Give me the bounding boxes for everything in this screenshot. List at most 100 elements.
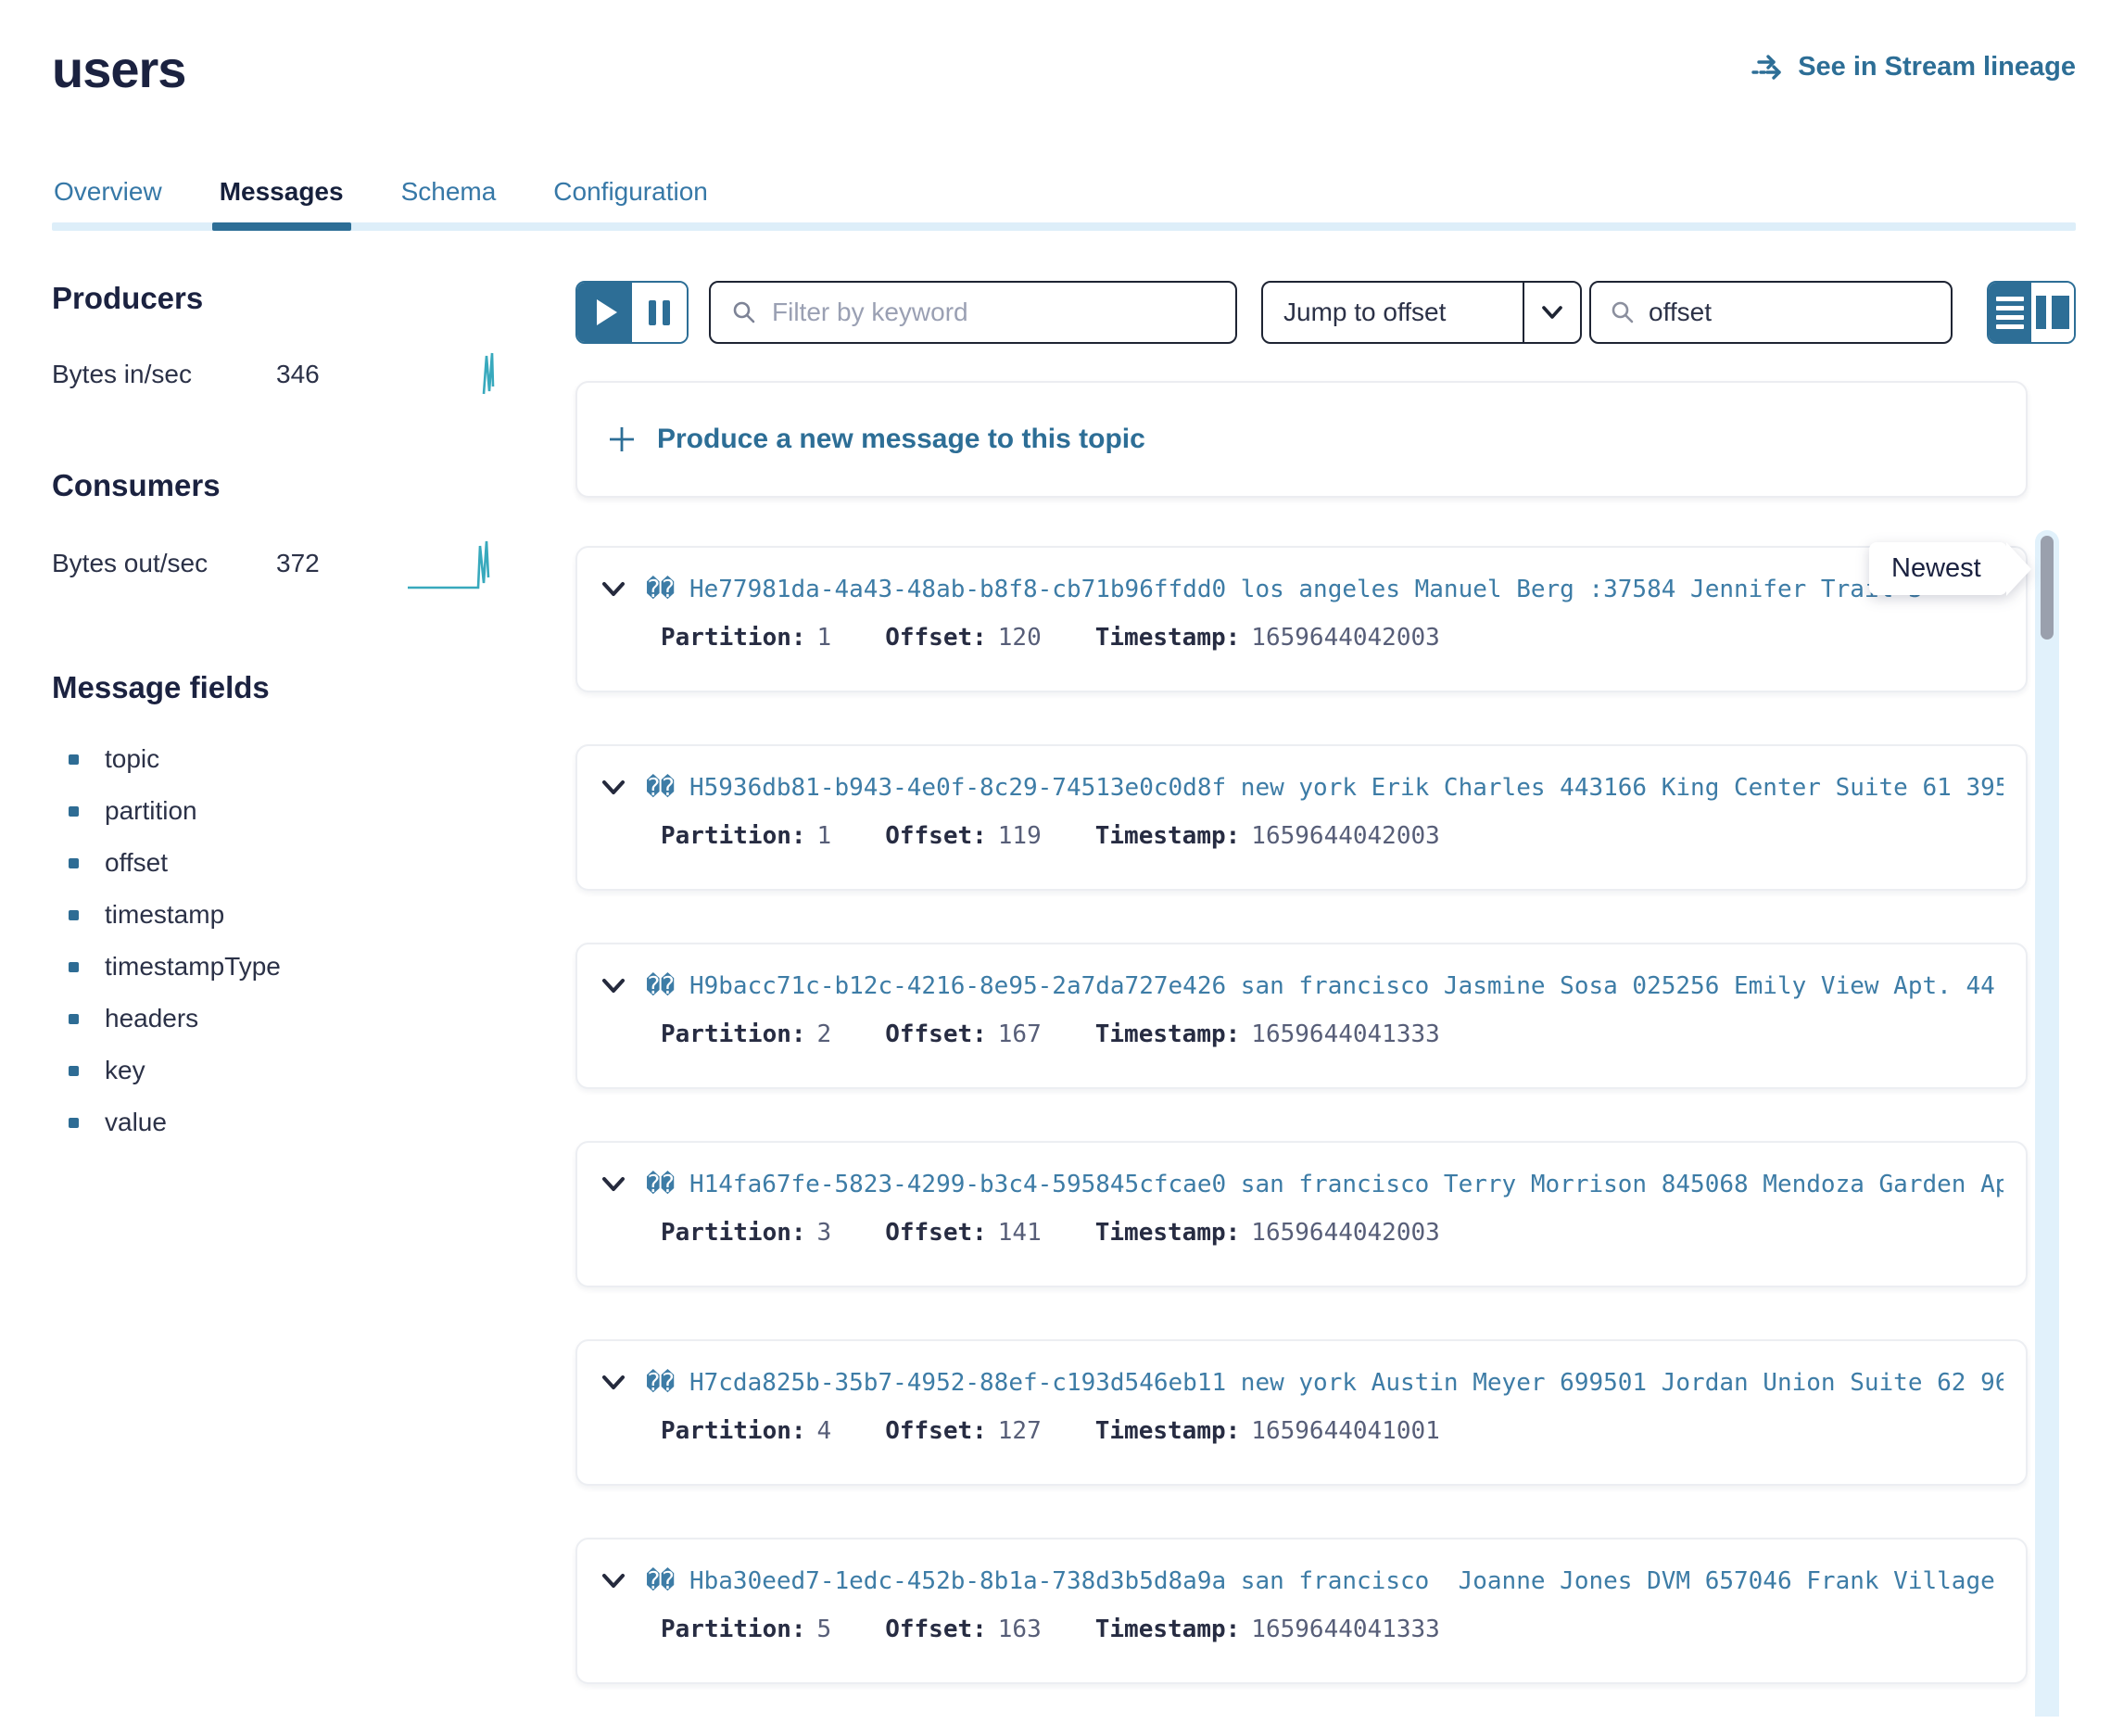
- page-header: users See in Stream lineage: [52, 39, 2076, 99]
- produce-message-button[interactable]: Produce a new message to this topic: [575, 381, 2028, 498]
- lineage-arrow-icon: [1751, 53, 1785, 82]
- message-row[interactable]: �� He77981da-4a43-48ab-b8f8-cb71b96ffdd0…: [575, 546, 2028, 692]
- partition-value: 3: [817, 1219, 832, 1247]
- tab-schema[interactable]: Schema: [399, 177, 499, 231]
- offset-value: 141: [998, 1219, 1042, 1247]
- message-list-scrollbar-thumb[interactable]: [2041, 536, 2054, 640]
- message-key: �� Hba30eed7-1edc-452b-8b1a-738d3b5d8a9a…: [646, 1567, 2004, 1595]
- expand-chevron-icon[interactable]: [601, 581, 626, 598]
- message-meta: Partition:4 Offset:127 Timestamp:1659644…: [661, 1417, 2004, 1445]
- play-button[interactable]: [577, 283, 632, 342]
- bullet-icon: [69, 910, 79, 920]
- list-view-icon: [1996, 297, 2024, 329]
- message-row[interactable]: �� H7cda825b-35b7-4952-88ef-c193d546eb11…: [575, 1339, 2028, 1486]
- timestamp-value: 1659644042003: [1251, 624, 1440, 652]
- newest-tooltip: Newest: [1869, 542, 2007, 595]
- message-fields-list: topic partition offset timestamp timesta…: [52, 746, 575, 1135]
- timestamp-value: 1659644042003: [1251, 822, 1440, 850]
- jump-select-value: Jump to offset: [1263, 283, 1523, 342]
- bytes-in-metric: Bytes in/sec 346: [52, 348, 508, 401]
- field-item-headers[interactable]: headers: [52, 1006, 575, 1032]
- partition-value: 2: [817, 1020, 832, 1048]
- jump-to-offset-select[interactable]: Jump to offset: [1261, 281, 1582, 344]
- expand-chevron-icon[interactable]: [601, 779, 626, 796]
- partition-value: 4: [817, 1417, 832, 1445]
- offset-value: 167: [998, 1020, 1042, 1048]
- message-fields-heading: Message fields: [52, 670, 575, 705]
- message-meta: Partition:2 Offset:167 Timestamp:1659644…: [661, 1020, 2004, 1048]
- timestamp-value: 1659644042003: [1251, 1219, 1440, 1247]
- topic-page: users See in Stream lineage Overview Mes…: [0, 0, 2111, 1720]
- bytes-in-sparkline: [452, 348, 508, 401]
- tab-bar: Overview Messages Schema Configuration: [52, 177, 2076, 231]
- bytes-in-value: 346: [276, 360, 320, 389]
- split-view-button[interactable]: [2031, 283, 2074, 342]
- offset-value: 119: [998, 822, 1042, 850]
- bullet-icon: [69, 858, 79, 868]
- message-key: �� He77981da-4a43-48ab-b8f8-cb71b96ffdd0…: [646, 576, 1923, 603]
- expand-chevron-icon[interactable]: [601, 1176, 626, 1193]
- field-item-topic[interactable]: topic: [52, 746, 575, 772]
- message-row[interactable]: �� H5936db81-b943-4e0f-8c29-74513e0c0d8f…: [575, 744, 2028, 891]
- keyword-filter: [709, 281, 1237, 344]
- message-row[interactable]: �� H9bacc71c-b12c-4216-8e95-2a7da727e426…: [575, 943, 2028, 1089]
- lineage-link-label: See in Stream lineage: [1798, 52, 2076, 82]
- message-row[interactable]: �� H14fa67fe-5823-4299-b3c4-595845cfcae0…: [575, 1141, 2028, 1287]
- message-key: �� H9bacc71c-b12c-4216-8e95-2a7da727e426…: [646, 972, 2004, 1000]
- timestamp-value: 1659644041001: [1251, 1417, 1440, 1445]
- stream-lineage-link[interactable]: See in Stream lineage: [1751, 52, 2076, 82]
- list-view-button[interactable]: [1989, 283, 2031, 342]
- bytes-out-label: Bytes out/sec: [52, 549, 276, 578]
- search-icon: [731, 299, 757, 325]
- expand-chevron-icon[interactable]: [601, 1375, 626, 1391]
- plus-icon: [607, 424, 637, 454]
- bullet-icon: [69, 1118, 79, 1128]
- view-mode-toggle: [1987, 281, 2076, 344]
- messages-toolbar: Jump to offset: [575, 281, 2076, 344]
- tab-messages[interactable]: Messages: [218, 177, 346, 231]
- play-pause-toggle: [575, 281, 689, 344]
- field-item-key[interactable]: key: [52, 1058, 575, 1083]
- partition-value: 5: [817, 1616, 832, 1643]
- filter-input[interactable]: [772, 298, 1215, 327]
- message-key: �� H5936db81-b943-4e0f-8c29-74513e0c0d8f…: [646, 774, 2004, 802]
- bytes-out-sparkline: [406, 535, 508, 592]
- message-row[interactable]: �� Hba30eed7-1edc-452b-8b1a-738d3b5d8a9a…: [575, 1538, 2028, 1684]
- bullet-icon: [69, 754, 79, 765]
- message-meta: Partition:1 Offset:119 Timestamp:1659644…: [661, 822, 2004, 850]
- messages-panel: Jump to offset: [575, 281, 2076, 1736]
- bullet-icon: [69, 1014, 79, 1024]
- field-item-value[interactable]: value: [52, 1109, 575, 1135]
- field-item-timestamp[interactable]: timestamp: [52, 902, 575, 928]
- offset-value: 120: [998, 624, 1042, 652]
- offset-search-input[interactable]: [1649, 298, 1983, 327]
- search-icon: [1610, 299, 1636, 325]
- bytes-out-value: 372: [276, 549, 320, 578]
- split-view-icon: [2036, 296, 2069, 329]
- pause-button[interactable]: [632, 283, 687, 342]
- producers-heading: Producers: [52, 281, 575, 316]
- newest-tooltip-label: Newest: [1869, 542, 2007, 595]
- chevron-down-icon: [1523, 283, 1580, 342]
- tab-configuration[interactable]: Configuration: [551, 177, 710, 231]
- expand-chevron-icon[interactable]: [601, 1573, 626, 1590]
- offset-value: 127: [998, 1417, 1042, 1445]
- play-icon: [597, 299, 617, 325]
- expand-chevron-icon[interactable]: [601, 978, 626, 995]
- metrics-sidebar: Producers Bytes in/sec 346 Consumers Byt…: [52, 281, 575, 1736]
- pause-icon: [649, 300, 670, 325]
- message-meta: Partition:1 Offset:120 Timestamp:1659644…: [661, 624, 2004, 652]
- tab-overview[interactable]: Overview: [52, 177, 164, 231]
- message-list-scrollbar-track[interactable]: [2035, 530, 2059, 1717]
- field-item-offset[interactable]: offset: [52, 850, 575, 876]
- message-key: �� H14fa67fe-5823-4299-b3c4-595845cfcae0…: [646, 1171, 2004, 1198]
- message-key: �� H7cda825b-35b7-4952-88ef-c193d546eb11…: [646, 1369, 2004, 1397]
- timestamp-value: 1659644041333: [1251, 1616, 1440, 1643]
- partition-value: 1: [817, 822, 832, 850]
- offset-search: [1589, 281, 1953, 344]
- field-item-partition[interactable]: partition: [52, 798, 575, 824]
- produce-button-label: Produce a new message to this topic: [657, 424, 1145, 455]
- field-item-timestampType[interactable]: timestampType: [52, 954, 575, 980]
- bullet-icon: [69, 806, 79, 817]
- bytes-out-metric: Bytes out/sec 372: [52, 535, 508, 592]
